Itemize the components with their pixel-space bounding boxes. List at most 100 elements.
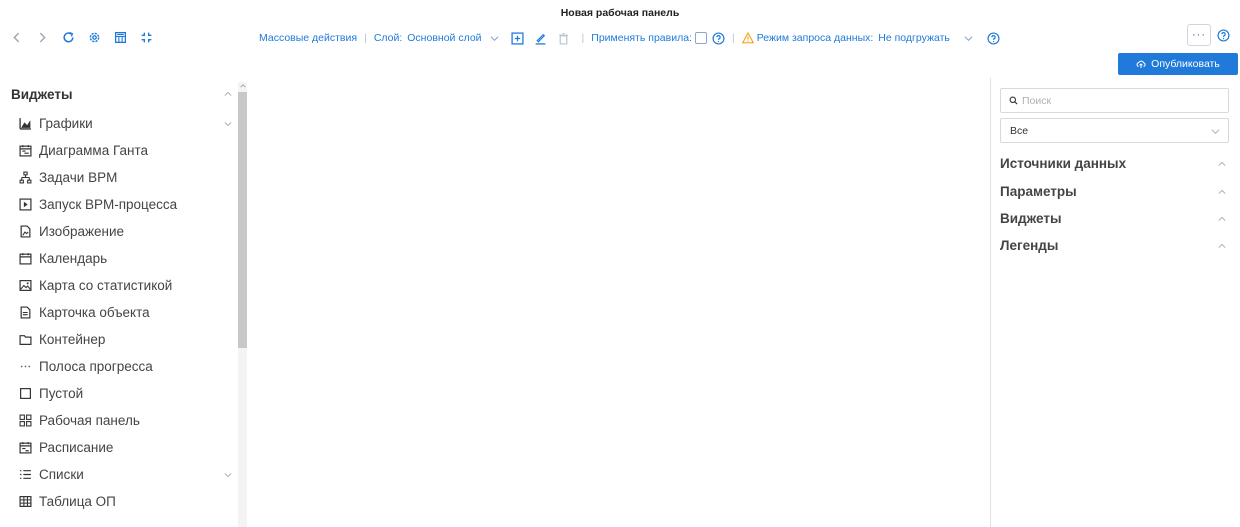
panel-section-title: Виджеты — [1000, 210, 1062, 226]
scroll-up-icon[interactable] — [240, 83, 246, 89]
chevron-up-icon — [1218, 243, 1226, 248]
picture-icon — [18, 279, 32, 293]
delete-icon[interactable] — [557, 32, 570, 45]
panel-section[interactable]: Легенды — [1000, 235, 1229, 255]
back-icon[interactable] — [10, 30, 23, 44]
panel-section[interactable]: Виджеты — [1000, 208, 1229, 228]
publish-button[interactable]: Опубликовать — [1118, 53, 1238, 75]
calculator-icon[interactable] — [114, 30, 127, 44]
chevron-down-icon[interactable] — [964, 34, 973, 43]
search-placeholder: Поиск — [1022, 94, 1052, 107]
layer-select[interactable]: Основной слой — [407, 32, 481, 44]
schedule-icon — [18, 441, 32, 455]
sidebar-item[interactable]: Диаграмма Ганта — [18, 137, 238, 164]
sidebar-item-label: Пустой — [39, 386, 84, 401]
chevron-up-icon[interactable] — [224, 90, 232, 98]
filter-select[interactable]: Все — [1000, 118, 1229, 143]
more-button[interactable]: ··· — [1187, 24, 1211, 46]
separator: | — [731, 32, 735, 44]
toolbar-actions: Массовые действия | Слой: Основной слой … — [259, 30, 1000, 46]
search-input[interactable]: Поиск — [1000, 88, 1229, 113]
table-icon — [18, 495, 32, 509]
sidebar-item[interactable]: Карта со статистикой — [18, 272, 238, 299]
edit-icon[interactable] — [534, 32, 547, 45]
add-layer-icon[interactable] — [510, 31, 524, 45]
data-mode-select[interactable]: Не подгружать — [878, 32, 950, 44]
apply-rules-label: Применять правила: — [591, 32, 692, 44]
apply-rules-checkbox[interactable] — [694, 32, 707, 44]
chevron-down-icon[interactable] — [490, 34, 499, 43]
separator: | — [581, 32, 585, 44]
help-icon[interactable] — [712, 31, 725, 45]
square-icon — [18, 387, 32, 401]
search-icon — [1009, 96, 1018, 105]
nav-group — [10, 30, 153, 44]
settings-icon[interactable] — [88, 30, 101, 44]
grid-icon — [18, 414, 32, 428]
folder-icon — [18, 333, 32, 347]
panel-section-title: Легенды — [1000, 237, 1059, 253]
sidebar-item-label: Рабочая панель — [39, 413, 140, 428]
help-icon[interactable] — [987, 31, 1000, 45]
sidebar-item-label: Изображение — [39, 224, 125, 239]
dashboard-canvas[interactable] — [248, 80, 990, 527]
sidebar-item-label: Контейнер — [39, 332, 106, 347]
sidebar-item-label: Расписание — [39, 440, 114, 455]
widgets-sidebar: Виджеты Графики Диаграмма Ганта Задачи BPM… — [0, 80, 248, 527]
data-mode-label: Режим запроса данных: — [756, 32, 874, 44]
sidebar-item-label: Диаграмма Ганта — [39, 143, 149, 158]
file-text-icon — [18, 306, 32, 320]
play-square-icon — [18, 198, 32, 212]
sidebar-item[interactable]: Таблица ОП — [18, 488, 238, 515]
chevron-down-icon[interactable] — [224, 471, 232, 479]
gantt-icon — [18, 144, 32, 158]
bulk-actions-button[interactable]: Массовые действия — [259, 32, 357, 44]
warning-icon — [741, 32, 754, 44]
page-title: Новая рабочая панель — [560, 7, 680, 19]
sitemap-icon — [18, 171, 32, 185]
sidebar-item[interactable]: Пустой — [18, 380, 238, 407]
panel-section[interactable]: Источники данных — [1000, 153, 1229, 173]
sidebar-item[interactable]: Списки — [18, 461, 238, 488]
sidebar-item-label: Карта со статистикой — [39, 278, 173, 293]
sidebar-item-label: Графики — [39, 116, 93, 131]
forward-icon[interactable] — [36, 30, 49, 44]
sidebar-item-label: Карточка объекта — [39, 305, 150, 320]
refresh-icon[interactable] — [62, 30, 75, 44]
sidebar-item[interactable]: Контейнер — [18, 326, 238, 353]
filter-value: Все — [1010, 124, 1029, 137]
sidebar-item[interactable]: Графики — [18, 110, 238, 137]
panel-section-title: Источники данных — [1000, 155, 1127, 171]
sidebar-item[interactable]: Изображение — [18, 218, 238, 245]
scrollbar-thumb[interactable] — [238, 92, 247, 348]
sidebar-item[interactable]: Карточка объекта — [18, 299, 238, 326]
panel-section-title: Параметры — [1000, 183, 1077, 199]
sidebar-item[interactable]: Календарь — [18, 245, 238, 272]
sidebar-item-label: Таблица ОП — [39, 494, 116, 509]
chevron-up-icon — [1218, 161, 1226, 166]
sidebar-item[interactable]: Расписание — [18, 434, 238, 461]
sidebar-item-label: Календарь — [39, 251, 108, 266]
chevron-up-icon — [1218, 189, 1226, 194]
widget-list: Графики Диаграмма Ганта Задачи BPM Запуск B… — [18, 110, 238, 515]
sidebar-heading[interactable]: Виджеты — [11, 87, 72, 102]
file-image-icon — [18, 225, 32, 239]
sidebar-item[interactable]: Рабочая панель — [18, 407, 238, 434]
help-icon[interactable] — [1217, 29, 1230, 42]
sidebar-item-label: Запуск BPM-процесса — [39, 197, 178, 212]
sidebar-item[interactable]: Задачи BPM — [18, 164, 238, 191]
upload-cloud-icon — [1136, 60, 1146, 68]
calendar-icon — [18, 252, 32, 266]
area-chart-icon — [18, 117, 32, 131]
sidebar-item-label: Задачи BPM — [39, 170, 118, 185]
chevron-down-icon[interactable] — [224, 120, 232, 128]
sidebar-item[interactable]: Запуск BPM-процесса — [18, 191, 238, 218]
divider — [990, 78, 991, 527]
fullscreen-icon[interactable] — [140, 30, 153, 44]
layer-label: Слой: — [373, 32, 403, 44]
sidebar-item-label: Полоса прогресса — [39, 359, 153, 374]
panel-section[interactable]: Параметры — [1000, 181, 1229, 201]
sidebar-item[interactable]: Полоса прогресса — [18, 353, 238, 380]
ellipsis-icon — [18, 360, 32, 374]
list-icon — [18, 468, 32, 482]
